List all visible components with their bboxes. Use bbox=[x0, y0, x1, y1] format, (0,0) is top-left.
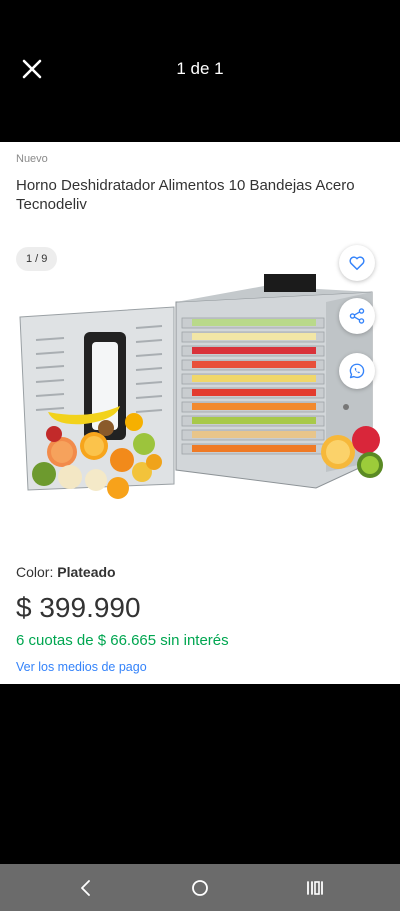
image-counter-badge: 1 / 9 bbox=[16, 247, 58, 271]
whatsapp-icon bbox=[349, 363, 365, 379]
back-button[interactable] bbox=[74, 876, 98, 900]
installments-text: 6 cuotas de $ 66.665 sin interés bbox=[16, 632, 229, 649]
recents-icon bbox=[307, 881, 323, 895]
share-icon bbox=[349, 308, 365, 324]
top-bar: 1 de 1 bbox=[0, 0, 400, 142]
favorite-button[interactable] bbox=[339, 245, 375, 281]
image-pager-text: 1 de 1 bbox=[176, 59, 224, 78]
product-condition: Nuevo bbox=[16, 153, 48, 165]
color-value: Plateado bbox=[57, 564, 116, 580]
product-price: $ 399.990 bbox=[16, 592, 141, 623]
backdrop bbox=[0, 684, 400, 864]
home-icon bbox=[192, 880, 208, 896]
product-image[interactable] bbox=[14, 262, 386, 517]
product-card: Nuevo Horno Deshidratador Alimentos 10 B… bbox=[0, 142, 400, 684]
payment-methods-link[interactable]: Ver los medios de pago bbox=[16, 660, 147, 674]
system-navbar bbox=[0, 864, 400, 911]
back-icon bbox=[81, 880, 90, 896]
heart-icon bbox=[349, 256, 365, 271]
home-button[interactable] bbox=[188, 876, 212, 900]
whatsapp-button[interactable] bbox=[339, 353, 375, 389]
share-button[interactable] bbox=[339, 298, 375, 334]
recents-button[interactable] bbox=[303, 876, 327, 900]
color-variant[interactable]: Color: Plateado bbox=[16, 564, 116, 580]
color-label: Color: bbox=[16, 564, 58, 580]
product-title: Horno Deshidratador Alimentos 10 Bandeja… bbox=[16, 177, 355, 213]
